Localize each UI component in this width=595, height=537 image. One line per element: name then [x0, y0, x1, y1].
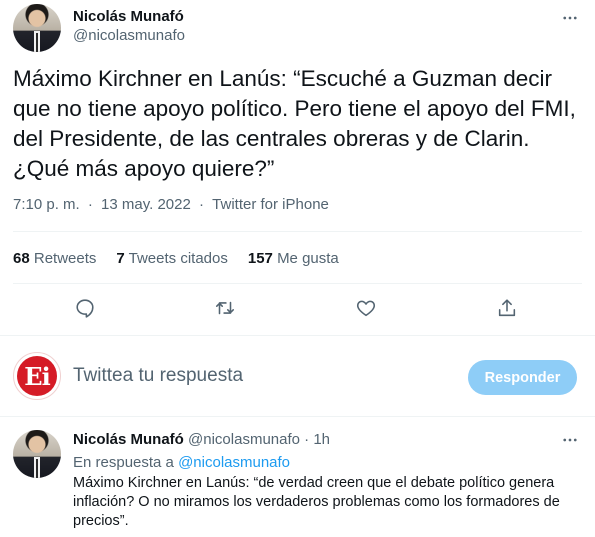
- in-reply-to: En respuesta a @nicolasmunafo: [73, 454, 290, 471]
- in-reply-handle-link[interactable]: @nicolasmunafo: [178, 454, 290, 471]
- tweet-source[interactable]: Twitter for iPhone: [212, 196, 329, 213]
- meta-separator: ·: [199, 196, 204, 213]
- likes-label: Me gusta: [277, 250, 339, 267]
- tweet-text: Máximo Kirchner en Lanús: “Escuché a Guz…: [13, 66, 576, 181]
- quotes-count: 7: [116, 250, 125, 267]
- composer-avatar[interactable]: Ei: [13, 352, 61, 400]
- tweet-stats: 68 Retweets 7 Tweets citados 157 Me gust…: [13, 250, 339, 267]
- more-options-button[interactable]: [560, 8, 580, 28]
- like-icon: [356, 300, 376, 317]
- divider: [13, 231, 582, 232]
- author-avatar[interactable]: [13, 4, 61, 52]
- retweets-stat[interactable]: 68 Retweets: [13, 250, 96, 267]
- retweets-label: Retweets: [33, 250, 97, 267]
- reply-icon: [76, 299, 94, 318]
- in-reply-prefix: En respuesta a: [73, 454, 174, 471]
- quotes-stat[interactable]: 7 Tweets citados: [116, 250, 227, 267]
- divider: [0, 335, 595, 336]
- retweet-button[interactable]: [213, 296, 237, 320]
- likes-count: 157: [247, 250, 273, 267]
- quotes-label: Tweets citados: [128, 250, 228, 267]
- meta-separator: ·: [87, 196, 93, 213]
- retweets-count: 68: [13, 250, 30, 267]
- author-handle[interactable]: @nicolasmunafo: [73, 27, 185, 44]
- avatar-tie: [36, 33, 38, 52]
- divider: [0, 416, 595, 417]
- more-icon: [563, 438, 577, 442]
- avatar-tie: [36, 459, 38, 478]
- reply-submit-button[interactable]: Responder: [468, 360, 577, 395]
- reply-author-name[interactable]: Nicolás Munafó: [73, 431, 184, 448]
- reply-text: Máximo Kirchner en Lanús: “de verdad cre…: [73, 475, 560, 529]
- reply-separator: ·: [304, 431, 310, 448]
- reply-button[interactable]: [73, 296, 97, 320]
- tweet-meta: 7:10 p. m. · 13 may. 2022 · Twitter for …: [13, 196, 329, 213]
- divider: [13, 283, 582, 284]
- reply-age[interactable]: 1h: [313, 431, 330, 448]
- like-button[interactable]: [354, 296, 378, 320]
- reply-more-options-button[interactable]: [560, 430, 580, 450]
- retweet-icon: [215, 301, 235, 315]
- tweet-actions: [0, 296, 595, 320]
- tweet-time[interactable]: 7:10 p. m.: [13, 196, 80, 213]
- reply-input[interactable]: Twittea tu respuesta: [73, 365, 243, 387]
- reply-header: Nicolás Munafó @nicolasmunafo · 1h: [73, 431, 330, 448]
- likes-stat[interactable]: 157 Me gusta: [248, 250, 339, 267]
- reply-author-avatar[interactable]: [13, 430, 61, 478]
- more-icon: [563, 16, 577, 20]
- composer-avatar-logo: Ei: [17, 356, 57, 396]
- tweet-date[interactable]: 13 may. 2022: [101, 196, 191, 213]
- author-name[interactable]: Nicolás Munafó: [73, 8, 184, 25]
- share-icon: [498, 299, 516, 317]
- reply-author-handle[interactable]: @nicolasmunafo: [188, 431, 300, 448]
- share-button[interactable]: [495, 296, 519, 320]
